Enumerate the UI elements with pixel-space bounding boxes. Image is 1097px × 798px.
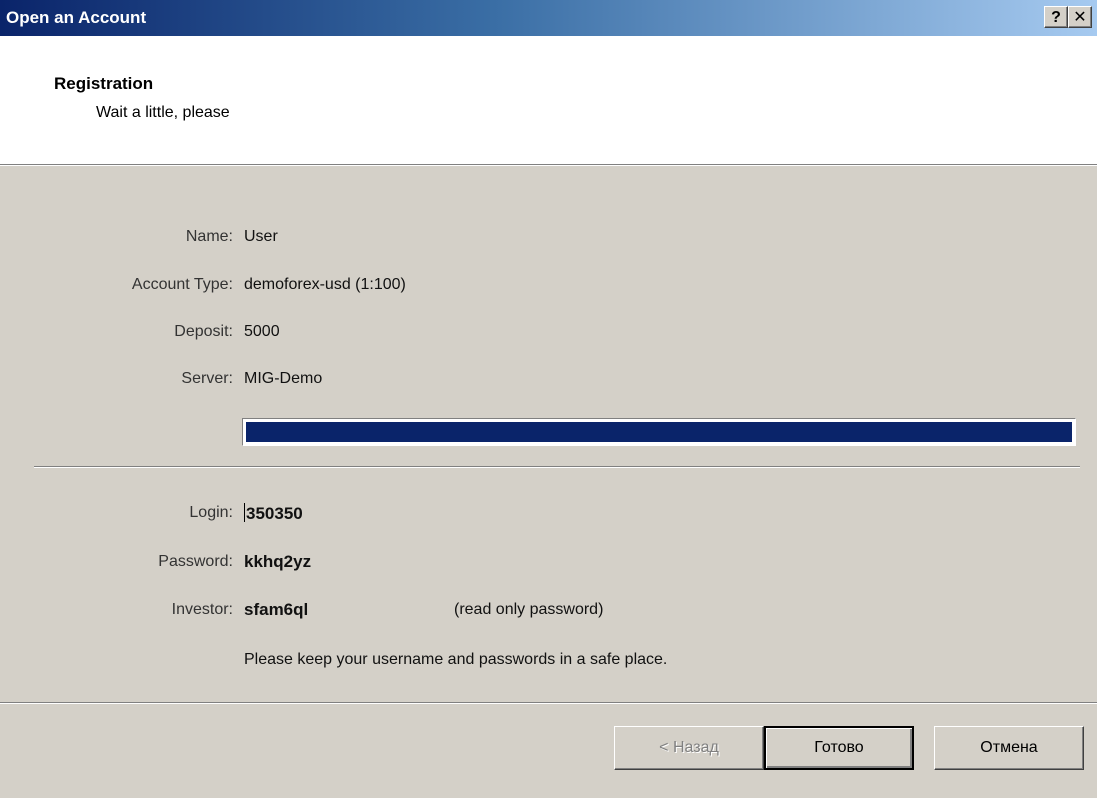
- back-button[interactable]: < Назад: [614, 726, 764, 770]
- close-button[interactable]: ✕: [1068, 6, 1092, 28]
- login-value: 350350: [246, 504, 303, 523]
- account-type-value: demoforex-usd (1:100): [244, 276, 406, 293]
- footer-divider: [0, 702, 1097, 704]
- registration-progress-bar: [242, 418, 1076, 446]
- name-value: User: [244, 228, 278, 245]
- text-cursor: [244, 503, 245, 522]
- progress-fill: [246, 422, 1072, 442]
- investor-label: Investor:: [171, 601, 233, 618]
- investor-note: (read only password): [454, 601, 604, 618]
- password-value[interactable]: kkhq2yz: [244, 552, 311, 572]
- page-subtitle: Wait a little, please: [96, 104, 230, 121]
- login-label: Login:: [189, 504, 233, 521]
- deposit-label: Deposit:: [174, 323, 233, 340]
- safety-notice: Please keep your username and passwords …: [244, 651, 668, 668]
- login-field[interactable]: 350350: [244, 503, 303, 524]
- finish-button[interactable]: Готово: [764, 726, 914, 770]
- server-value: MIG-Demo: [244, 370, 323, 387]
- investor-value[interactable]: sfam6ql: [244, 600, 308, 620]
- password-label: Password:: [158, 553, 233, 570]
- details-divider: [34, 466, 1080, 468]
- server-label: Server:: [181, 370, 233, 387]
- name-label: Name:: [185, 228, 233, 245]
- window-title: Open an Account: [6, 8, 147, 27]
- cancel-button[interactable]: Отмена: [934, 726, 1084, 770]
- account-type-label: Account Type:: [131, 276, 233, 293]
- title-bar: Open an Account ? ✕: [0, 0, 1097, 36]
- help-button[interactable]: ?: [1044, 6, 1068, 28]
- page-title: Registration: [54, 74, 154, 93]
- wizard-header: Registration Wait a little, please: [0, 36, 1097, 166]
- deposit-value: 5000: [244, 323, 280, 340]
